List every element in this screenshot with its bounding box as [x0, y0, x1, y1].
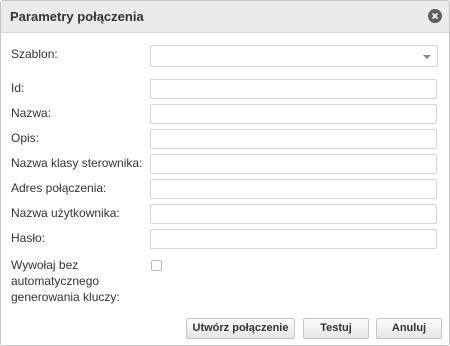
connection-url-label: Adres połączenia: — [11, 181, 107, 195]
dialog-title: Parametry połączenia — [10, 9, 144, 24]
password-label: Hasło: — [11, 231, 46, 245]
test-button[interactable]: Testuj — [303, 318, 369, 339]
dialog-titlebar: Parametry połączenia — [1, 1, 449, 33]
no-keygen-label-line: automatycznego — [11, 274, 100, 288]
no-keygen-label-line: Wywołaj bez — [11, 258, 79, 272]
password-field[interactable] — [150, 229, 437, 249]
description-label: Opis: — [11, 131, 40, 145]
name-field[interactable] — [150, 104, 437, 124]
connection-url-field[interactable] — [150, 179, 437, 199]
create-connection-button[interactable]: Utwórz połączenie — [186, 318, 295, 339]
id-label: Id: — [11, 81, 25, 95]
cancel-button[interactable]: Anuluj — [376, 318, 442, 339]
username-field[interactable] — [150, 204, 437, 224]
template-select[interactable] — [150, 45, 438, 67]
no-keygen-label: Wywołaj bez automatycznego generowania k… — [11, 257, 120, 305]
driver-class-field[interactable] — [150, 154, 437, 174]
driver-class-label: Nazwa klasy sterownika: — [11, 156, 143, 170]
chevron-down-icon — [423, 55, 431, 59]
name-label: Nazwa: — [11, 106, 52, 120]
description-field[interactable] — [150, 129, 437, 149]
template-label: Szablon: — [11, 47, 58, 61]
username-label: Nazwa użytkownika: — [11, 206, 120, 220]
id-field[interactable] — [150, 79, 437, 99]
connection-parameters-dialog: Parametry połączenia Szablon: Id: Nazwa:… — [0, 0, 450, 346]
no-keygen-label-line: generowania kluczy: — [11, 290, 120, 304]
close-icon[interactable] — [428, 9, 442, 23]
no-keygen-checkbox[interactable] — [151, 260, 162, 271]
